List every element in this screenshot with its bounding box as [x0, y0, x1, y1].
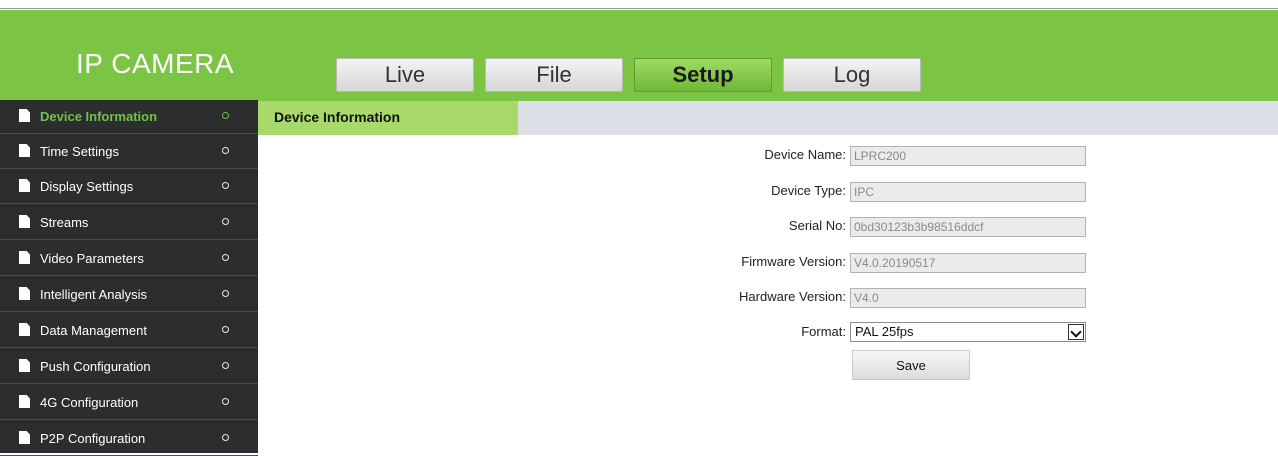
- status-ring-icon: [222, 182, 229, 189]
- sidebar: Device Information Time Settings Display…: [0, 100, 258, 456]
- document-icon: [19, 395, 30, 408]
- top-divider: [0, 8, 1278, 9]
- status-ring-icon: [222, 147, 229, 154]
- status-ring-icon: [222, 254, 229, 261]
- format-label: Format:: [801, 324, 846, 339]
- sidebar-item-label: Push Configuration: [40, 359, 151, 374]
- sidebar-item-label: Data Management: [40, 323, 147, 338]
- sidebar-item-intelligent-analysis[interactable]: Intelligent Analysis: [0, 278, 258, 312]
- document-icon: [19, 287, 30, 300]
- status-ring-icon: [222, 398, 229, 405]
- sidebar-item-label: Time Settings: [40, 144, 119, 159]
- document-icon: [19, 179, 30, 192]
- document-icon: [19, 109, 30, 122]
- tab-device-information[interactable]: Device Information: [258, 101, 518, 135]
- device-type-field[interactable]: IPC: [850, 182, 1086, 202]
- document-icon: [19, 251, 30, 264]
- sidebar-item-streams[interactable]: Streams: [0, 206, 258, 240]
- status-ring-icon: [222, 112, 229, 119]
- status-ring-icon: [222, 362, 229, 369]
- hardware-version-label: Hardware Version:: [739, 289, 846, 304]
- status-ring-icon: [222, 290, 229, 297]
- sidebar-item-device-information[interactable]: Device Information: [0, 100, 258, 134]
- sidebar-item-4g-configuration[interactable]: 4G Configuration: [0, 386, 258, 420]
- device-type-label: Device Type:: [771, 183, 846, 198]
- device-name-label: Device Name:: [764, 147, 846, 162]
- serial-no-label: Serial No:: [788, 218, 846, 233]
- nav-setup-button[interactable]: Setup: [634, 58, 772, 92]
- sidebar-item-data-management[interactable]: Data Management: [0, 314, 258, 348]
- sidebar-item-label: P2P Configuration: [40, 431, 146, 446]
- serial-no-field[interactable]: 0bd30123b3b98516ddcf: [850, 217, 1086, 237]
- format-select-value: PAL 25fps: [855, 324, 914, 339]
- document-icon: [19, 215, 30, 228]
- sidebar-item-label: Intelligent Analysis: [40, 287, 147, 302]
- nav-live-button[interactable]: Live: [336, 58, 474, 92]
- sidebar-item-video-parameters[interactable]: Video Parameters: [0, 242, 258, 276]
- sidebar-item-push-configuration[interactable]: Push Configuration: [0, 350, 258, 384]
- document-icon: [19, 359, 30, 372]
- chevron-down-icon[interactable]: [1068, 324, 1084, 340]
- status-ring-icon: [222, 218, 229, 225]
- format-select[interactable]: PAL 25fps: [850, 322, 1086, 342]
- hardware-version-field[interactable]: V4.0: [850, 288, 1086, 308]
- save-button[interactable]: Save: [852, 350, 970, 380]
- document-icon: [19, 323, 30, 336]
- nav-log-button[interactable]: Log: [783, 58, 921, 92]
- sidebar-item-display-settings[interactable]: Display Settings: [0, 170, 258, 204]
- top-strip: [0, 0, 1278, 30]
- document-icon: [19, 431, 30, 444]
- status-ring-icon: [222, 326, 229, 333]
- document-icon: [19, 144, 30, 157]
- sidebar-item-label: Video Parameters: [40, 251, 144, 266]
- firmware-version-field[interactable]: V4.0.20190517: [850, 253, 1086, 273]
- nav-file-button[interactable]: File: [485, 58, 623, 92]
- app-header: IP CAMERA Live File Setup Log: [0, 10, 1278, 102]
- sidebar-item-time-settings[interactable]: Time Settings: [0, 135, 258, 169]
- sidebar-item-p2p-configuration[interactable]: P2P Configuration: [0, 422, 258, 456]
- sidebar-item-label: Streams: [40, 215, 89, 230]
- tab-title: Device Information: [274, 109, 401, 125]
- app-logo: IP CAMERA: [76, 48, 235, 79]
- device-name-field[interactable]: LPRC200: [850, 146, 1086, 166]
- firmware-version-label: Firmware Version:: [741, 254, 846, 269]
- status-ring-icon: [222, 434, 229, 441]
- sidebar-item-label: Display Settings: [40, 179, 134, 194]
- sidebar-item-label: Device Information: [40, 109, 158, 124]
- sidebar-item-label: 4G Configuration: [40, 395, 139, 410]
